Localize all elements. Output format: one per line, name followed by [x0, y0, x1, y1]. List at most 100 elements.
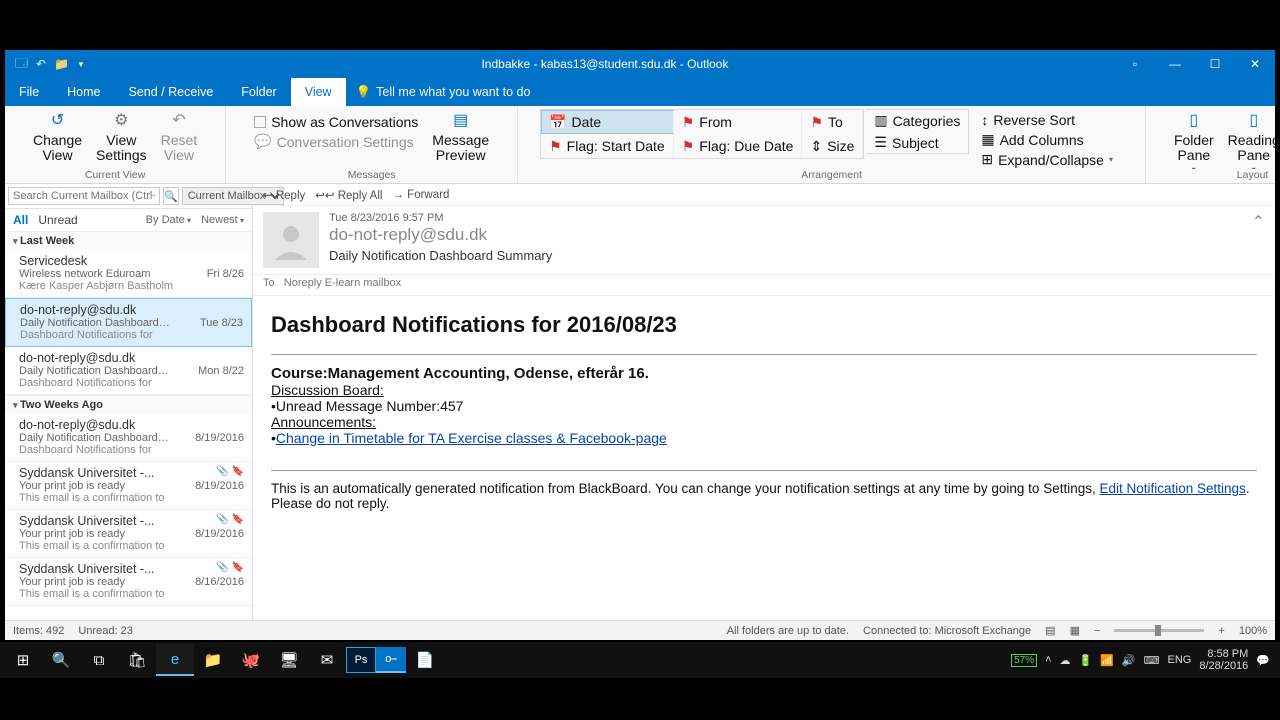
subject-icon: ☰: [874, 134, 887, 151]
reverse-sort-button[interactable]: ↕Reverse Sort: [975, 111, 1119, 129]
edge-icon[interactable]: e: [156, 644, 194, 676]
conversation-settings-button[interactable]: 💬Conversation Settings: [248, 132, 424, 151]
tray-expand-icon[interactable]: ˄: [1045, 654, 1051, 666]
category-icon: 🔖: [232, 466, 244, 477]
change-view-button[interactable]: ↺Change View: [27, 109, 88, 166]
search-taskbar-icon[interactable]: 🔍: [42, 644, 80, 676]
language-indicator[interactable]: ENG: [1168, 654, 1192, 666]
explorer-icon[interactable]: 📁: [194, 644, 232, 676]
app-icon[interactable]: 🖥: [270, 644, 308, 676]
arrange-by-size[interactable]: ⇕Size: [802, 134, 863, 158]
message-item[interactable]: Servicedesk Wireless network EduroamFri …: [5, 250, 252, 298]
tab-home[interactable]: Home: [53, 78, 114, 106]
group-header-last-week[interactable]: Last Week: [5, 231, 252, 250]
message-body: Dashboard Notifications for 2016/08/23 C…: [253, 296, 1275, 620]
arrange-by-date[interactable]: 📅Date: [541, 110, 674, 134]
unread-number: 457: [440, 398, 463, 414]
qat-customize-icon[interactable]: ▼: [77, 60, 85, 69]
view-normal-icon[interactable]: ▤: [1045, 624, 1055, 637]
message-list-pane: 🔍 Current Mailbox All Unread By Date New…: [5, 184, 253, 620]
arrange-by-flag-start[interactable]: ⚑Flag: Start Date: [541, 134, 674, 158]
view-settings-button[interactable]: ⚙View Settings: [90, 109, 153, 166]
maximize-button[interactable]: ☐: [1195, 50, 1235, 78]
show-as-conversations-checkbox[interactable]: Show as Conversations: [248, 113, 424, 131]
filter-unread[interactable]: Unread: [38, 213, 77, 227]
zoom-out-button[interactable]: −: [1094, 625, 1100, 637]
photoshop-icon[interactable]: Ps: [346, 647, 376, 673]
start-button[interactable]: ⊞: [4, 644, 42, 676]
qat-undo-icon[interactable]: ↶: [36, 57, 46, 71]
status-sync: All folders are up to date.: [727, 625, 849, 637]
tab-send-receive[interactable]: Send / Receive: [115, 78, 228, 106]
tell-me[interactable]: 💡 Tell me what you want to do: [346, 78, 541, 106]
message-item[interactable]: do-not-reply@sdu.dk Daily Notification D…: [5, 347, 252, 395]
outlook-taskbar-icon[interactable]: o⎯: [376, 647, 406, 673]
store-icon[interactable]: 🛍: [118, 644, 156, 676]
mail-icon[interactable]: ✉: [308, 644, 346, 676]
system-clock[interactable]: 8:58 PM 8/28/2016: [1199, 648, 1248, 672]
status-bar: Items: 492 Unread: 23 All folders are up…: [5, 620, 1275, 640]
zoom-in-button[interactable]: +: [1218, 625, 1224, 637]
app-icon[interactable]: 🐙: [232, 644, 270, 676]
message-item[interactable]: do-not-reply@sdu.dk Daily Notification D…: [5, 414, 252, 462]
group-label-arrangement: Arrangement: [522, 169, 1141, 183]
reply-all-button[interactable]: ↩↩ Reply All: [315, 188, 382, 202]
sort-by-date[interactable]: By Date: [146, 214, 191, 226]
expand-collapse-button[interactable]: ⊞Expand/Collapse: [975, 150, 1119, 169]
onedrive-icon[interactable]: ☁: [1060, 654, 1071, 667]
reply-button[interactable]: ↩ Reply: [263, 188, 305, 202]
tab-view[interactable]: View: [291, 78, 346, 106]
window-title: Indbakke - kabas13@student.sdu.dk - Outl…: [95, 57, 1115, 71]
folder-pane-button[interactable]: ▯Folder Pane: [1168, 109, 1220, 169]
arrange-by-from[interactable]: ⚑From: [674, 110, 803, 134]
sort-newest[interactable]: Newest: [201, 214, 244, 226]
course-line: Course:Management Accounting, Odense, ef…: [271, 365, 1257, 382]
message-item[interactable]: 📎🔖 Syddansk Universitet -... Your print …: [5, 462, 252, 510]
tab-file[interactable]: File: [5, 78, 53, 106]
notifications-icon[interactable]: 💬: [1256, 654, 1270, 667]
lightbulb-icon: 💡: [356, 85, 372, 100]
qat-folder-icon[interactable]: 📁: [54, 57, 69, 71]
filter-all[interactable]: All: [13, 213, 28, 227]
volume-icon[interactable]: 🔊: [1122, 654, 1136, 667]
minimize-button[interactable]: —: [1155, 50, 1195, 78]
message-item[interactable]: 📎🔖 Syddansk Universitet -... Your print …: [5, 510, 252, 558]
power-icon[interactable]: 🔋: [1079, 654, 1093, 667]
add-columns-button[interactable]: ▦Add Columns: [975, 130, 1119, 149]
edit-notification-settings-link[interactable]: Edit Notification Settings: [1099, 481, 1245, 496]
expand-header-button[interactable]: ⌃: [1252, 212, 1265, 268]
arrangement-gallery[interactable]: 📅Date ⚑From ⚑To ⚑Flag: Start Date ⚑Flag:…: [540, 109, 864, 159]
close-button[interactable]: ✕: [1235, 50, 1275, 78]
calendar-icon: 📅: [549, 114, 566, 131]
ribbon-options-icon[interactable]: ▫: [1115, 50, 1155, 78]
message-item[interactable]: do-not-reply@sdu.dk Daily Notification D…: [5, 298, 252, 347]
forward-button[interactable]: → Forward: [392, 189, 449, 201]
arrange-by-to[interactable]: ⚑To: [802, 110, 863, 134]
arrange-by-categories[interactable]: ▥Categories: [866, 110, 968, 131]
group-header-two-weeks[interactable]: Two Weeks Ago: [5, 395, 252, 414]
arrange-by-subject[interactable]: ☰Subject: [866, 132, 968, 153]
message-item[interactable]: 📎🔖 Syddansk Universitet -... Your print …: [5, 558, 252, 606]
search-input[interactable]: [8, 187, 160, 205]
flag-icon: ⚑: [810, 114, 823, 131]
announcements-label: Announcements:: [271, 414, 1257, 430]
reading-pane-button[interactable]: ▯Reading Pane: [1222, 109, 1280, 169]
message-preview-button[interactable]: ▤Message Preview: [426, 109, 495, 166]
ribbon-tabs: File Home Send / Receive Folder View 💡 T…: [5, 78, 1275, 106]
arrange-by-flag-due[interactable]: ⚑Flag: Due Date: [674, 134, 803, 158]
status-item-count: 492: [46, 625, 64, 637]
tab-folder[interactable]: Folder: [227, 78, 290, 106]
view-reading-icon[interactable]: ▦: [1070, 624, 1080, 637]
sender-avatar: [263, 212, 319, 268]
input-icon[interactable]: ⌨: [1144, 654, 1160, 667]
zoom-slider[interactable]: [1114, 629, 1204, 632]
network-icon[interactable]: 📶: [1100, 654, 1114, 667]
document-icon[interactable]: 📄: [406, 644, 444, 676]
announcement-link[interactable]: Change in Timetable for TA Exercise clas…: [276, 430, 667, 446]
search-button[interactable]: 🔍: [163, 187, 179, 205]
battery-icon[interactable]: 57%: [1011, 654, 1037, 667]
reverse-icon: ↕: [981, 112, 988, 128]
reset-view-button[interactable]: ↶Reset View: [155, 109, 204, 166]
qat-send-receive-icon[interactable]: 🗔: [15, 54, 28, 75]
task-view-icon[interactable]: ⧉: [80, 644, 118, 676]
